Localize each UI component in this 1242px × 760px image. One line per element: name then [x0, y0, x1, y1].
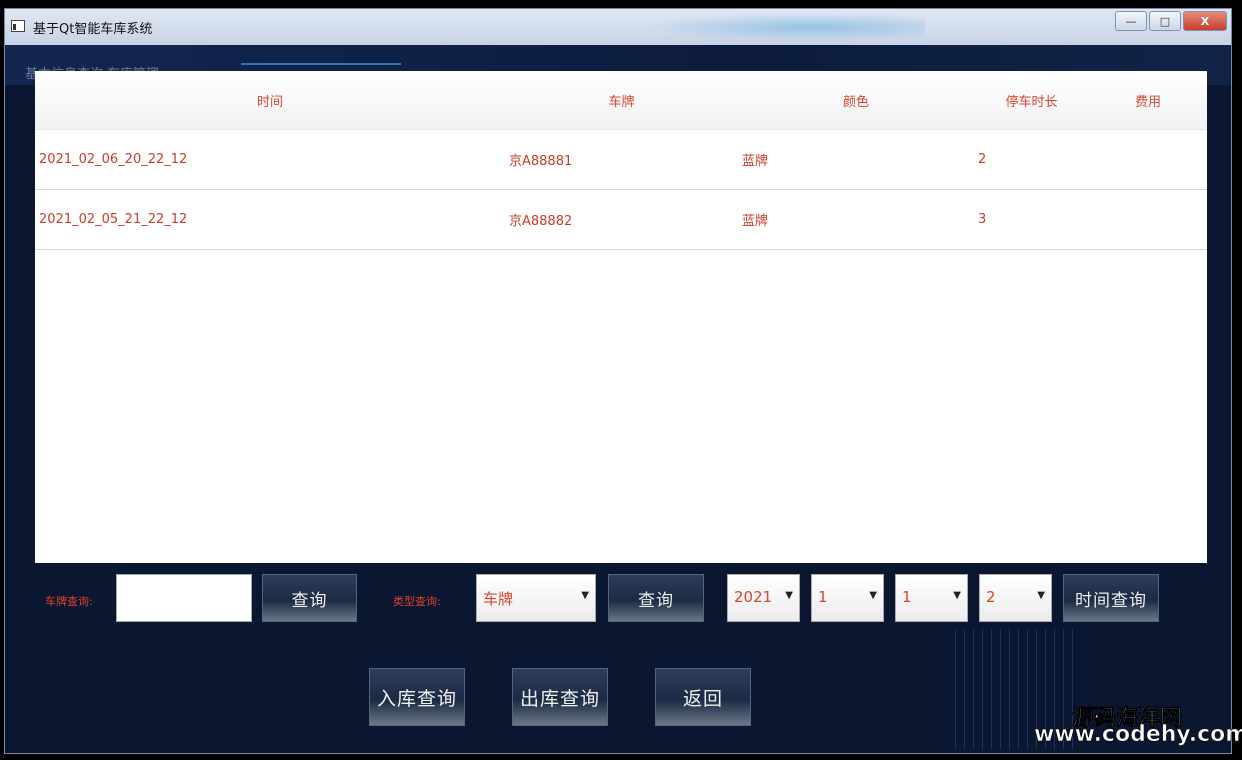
- month-select-value: 1: [818, 588, 828, 606]
- watermark-url: www.codehy.com: [1034, 722, 1242, 748]
- chevron-down-icon: ▼: [581, 590, 589, 601]
- title-decoration: [645, 13, 925, 41]
- year-select[interactable]: 2021 ▼: [727, 574, 800, 622]
- chevron-down-icon: ▼: [785, 590, 793, 601]
- table-row[interactable]: 2021_02_06_20_22_12 京A88881 蓝牌 2: [35, 129, 1207, 190]
- cell-plate[interactable]: 京A88882: [505, 189, 738, 250]
- type-query-button[interactable]: 查询: [608, 574, 704, 622]
- column-header-fee[interactable]: 费用: [1089, 71, 1207, 130]
- cell-time[interactable]: 2021_02_06_20_22_12: [35, 129, 505, 190]
- table-row[interactable]: 2021_02_05_21_22_12 京A88882 蓝牌 3: [35, 189, 1207, 250]
- plate-query-button[interactable]: 查询: [262, 574, 357, 622]
- query-controls: 车牌查询: 查询 类型查询: 车牌 ▼ 查询 2021 ▼ 1 ▼ 1 ▼ 2 …: [5, 569, 1231, 629]
- plate-input[interactable]: [116, 574, 252, 622]
- chevron-down-icon: ▼: [1037, 590, 1045, 601]
- day-select-value: 1: [902, 588, 912, 606]
- chevron-down-icon: ▼: [953, 590, 961, 601]
- cell-time[interactable]: 2021_02_05_21_22_12: [35, 189, 505, 250]
- records-table: 时间 车牌 颜色 停车时长 费用 2021_02_06_20_22_12 京A8…: [35, 71, 1207, 250]
- column-header-time[interactable]: 时间: [35, 71, 505, 130]
- header-accent-line: [241, 63, 401, 65]
- app-icon: [11, 20, 25, 32]
- column-header-color[interactable]: 颜色: [738, 71, 974, 130]
- window-title: 基于Qt智能车库系统: [33, 22, 153, 37]
- year-select-value: 2021: [734, 588, 773, 606]
- day-select[interactable]: 1 ▼: [895, 574, 968, 622]
- type-query-label: 类型查询:: [393, 595, 441, 608]
- app-window: 基于Qt智能车库系统 — □ X 基本信息查询 车库管理 时间 车牌 颜色 停车…: [4, 8, 1232, 754]
- maximize-button[interactable]: □: [1149, 11, 1181, 31]
- title-bar: 基于Qt智能车库系统 — □ X: [5, 9, 1231, 46]
- cell-fee[interactable]: [1089, 129, 1207, 190]
- cell-color[interactable]: 蓝牌: [738, 189, 974, 250]
- in-query-button[interactable]: 入库查询: [369, 668, 465, 726]
- minimize-button[interactable]: —: [1115, 11, 1147, 31]
- column-header-plate[interactable]: 车牌: [505, 71, 738, 130]
- bottom-navigation: 入库查询 出库查询 返回: [5, 665, 1231, 726]
- cell-duration[interactable]: 3: [974, 189, 1089, 250]
- time-query-button[interactable]: 时间查询: [1063, 574, 1159, 622]
- close-button[interactable]: X: [1183, 11, 1227, 31]
- hour-select-value: 2: [986, 588, 996, 606]
- hour-select[interactable]: 2 ▼: [979, 574, 1052, 622]
- chevron-down-icon: ▼: [869, 590, 877, 601]
- window-controls: — □ X: [1115, 11, 1227, 31]
- cell-color[interactable]: 蓝牌: [738, 129, 974, 190]
- table-header-row: 时间 车牌 颜色 停车时长 费用: [35, 71, 1207, 130]
- plate-query-label: 车牌查询:: [45, 595, 93, 608]
- cell-fee[interactable]: [1089, 189, 1207, 250]
- type-select-value: 车牌: [483, 590, 514, 608]
- records-table-panel: 时间 车牌 颜色 停车时长 费用 2021_02_06_20_22_12 京A8…: [35, 71, 1207, 563]
- cell-duration[interactable]: 2: [974, 129, 1089, 190]
- column-header-duration[interactable]: 停车时长: [974, 71, 1089, 130]
- back-button[interactable]: 返回: [655, 668, 751, 726]
- month-select[interactable]: 1 ▼: [811, 574, 884, 622]
- cell-plate[interactable]: 京A88881: [505, 129, 738, 190]
- out-query-button[interactable]: 出库查询: [512, 668, 608, 726]
- type-select[interactable]: 车牌 ▼: [476, 574, 596, 622]
